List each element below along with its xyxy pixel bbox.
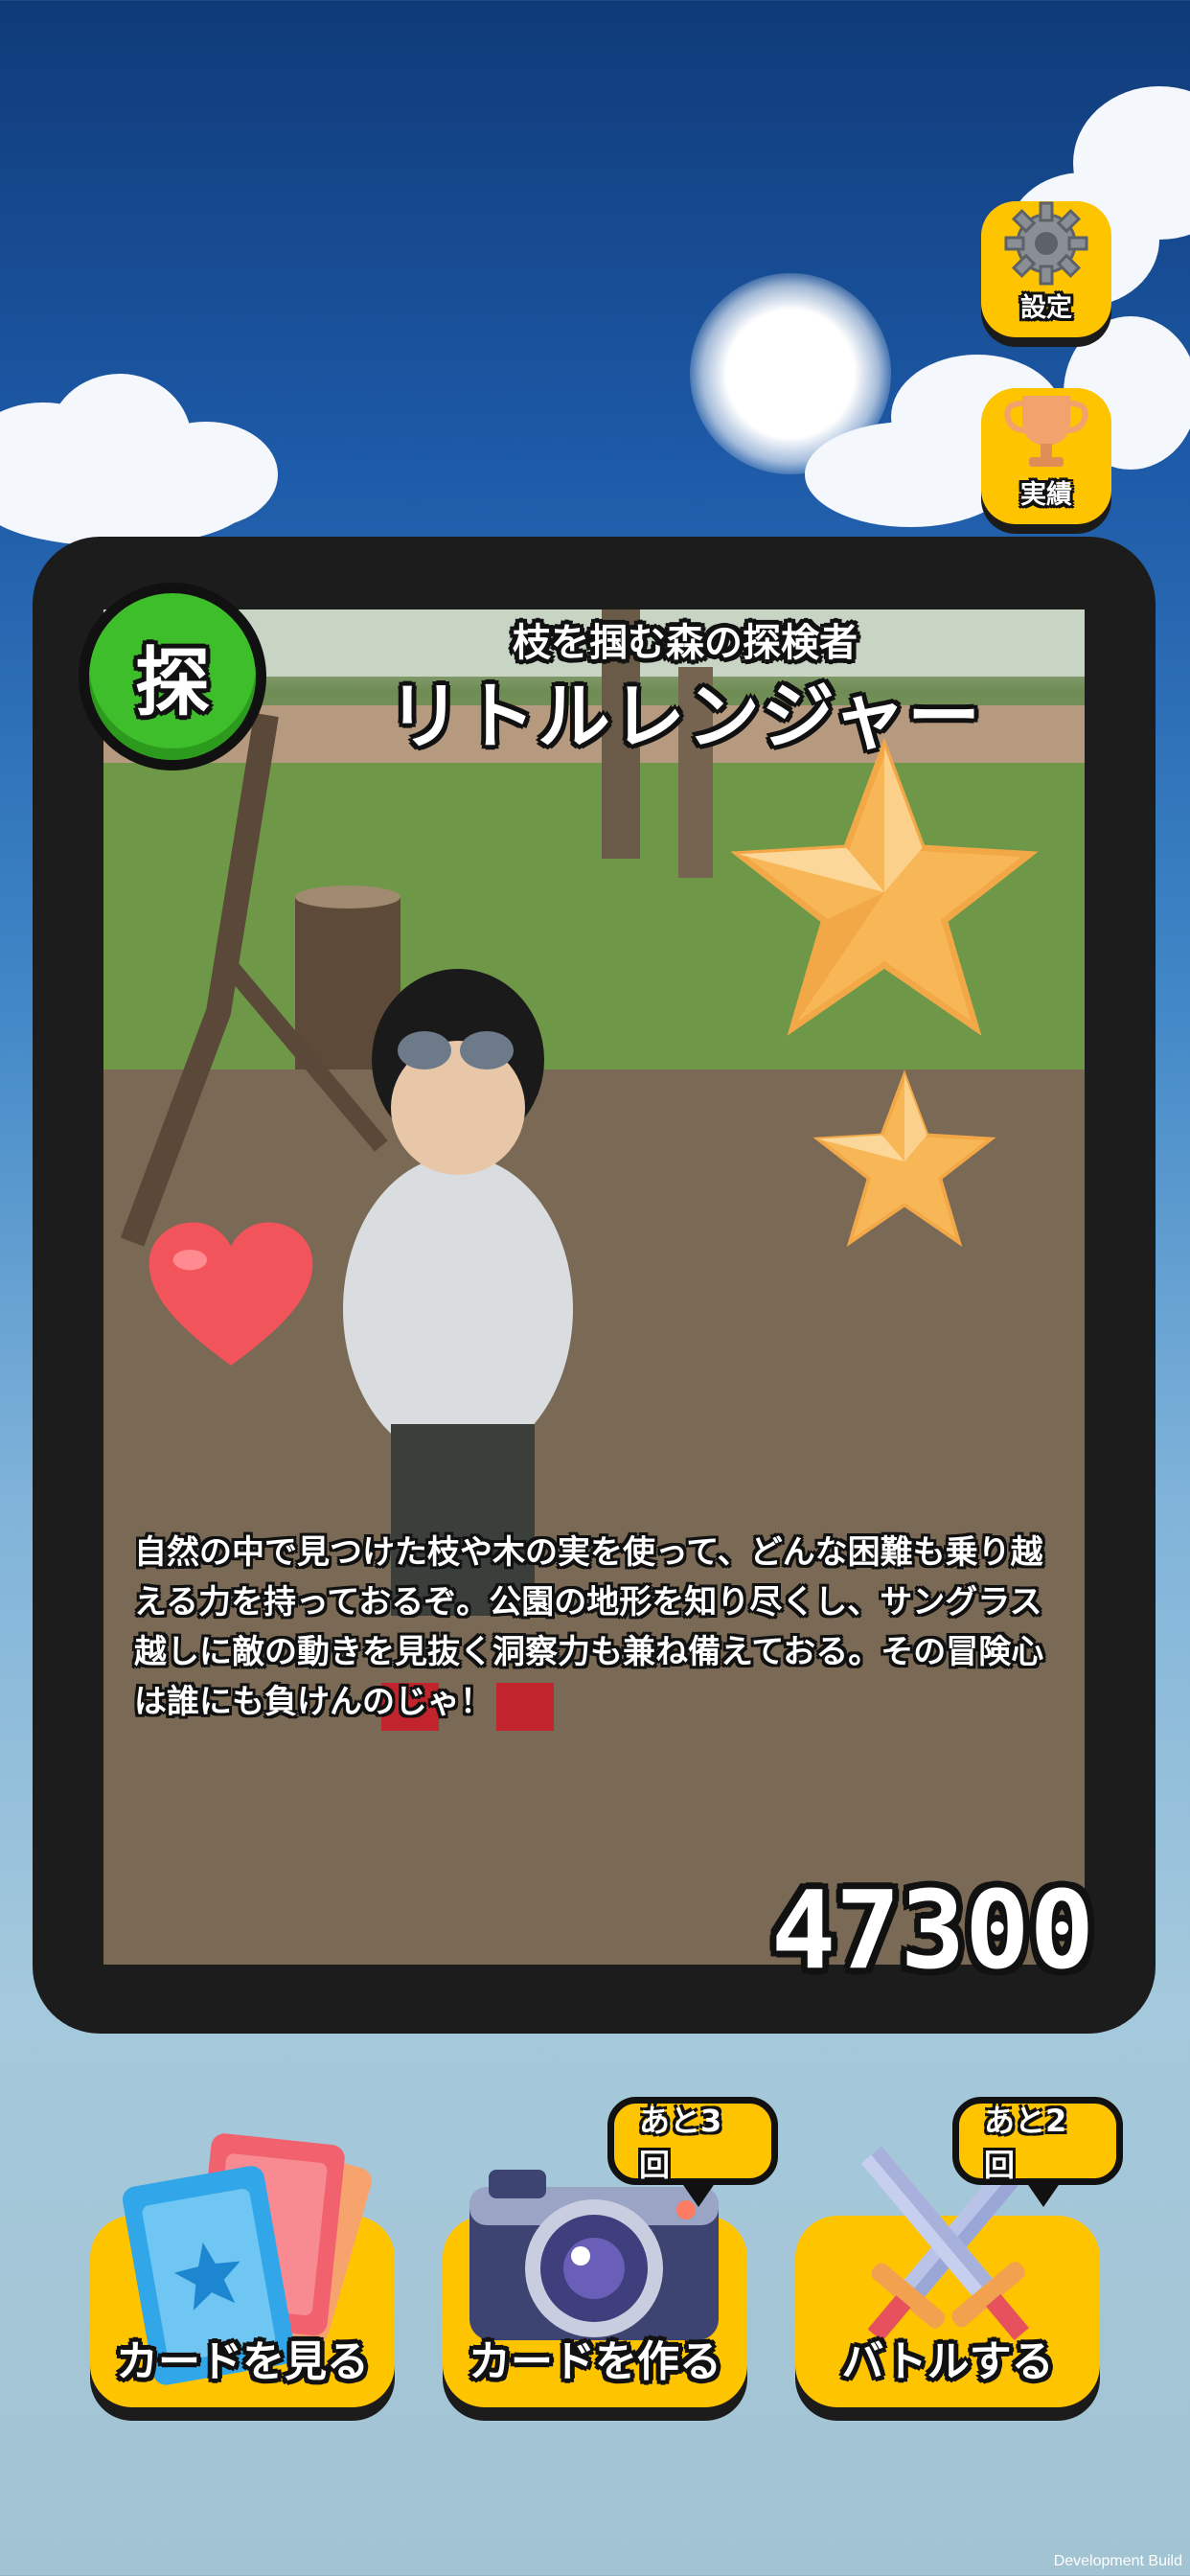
battle-remaining: あと2回 [984, 2103, 1067, 2183]
battle-button[interactable]: あと2回 バトルする [795, 2097, 1123, 2407]
make-card-remaining-bubble: あと3回 [607, 2097, 778, 2207]
type-badge-label: 探 [89, 593, 256, 760]
build-label: Development Build [1053, 2553, 1182, 2569]
card-score: 47300 [770, 1869, 1094, 1993]
make-card-button[interactable]: あと3回 カードを作る [443, 2097, 778, 2407]
view-cards-label: カードを見る [116, 2337, 369, 2386]
view-cards-button[interactable]: カードを見る [90, 2133, 395, 2407]
battle-remaining-bubble: あと2回 [952, 2097, 1123, 2207]
heart-icon [149, 1222, 313, 1366]
star-icon [812, 1070, 996, 1248]
settings-button[interactable]: 設定 [981, 201, 1111, 337]
star-icon [730, 737, 1039, 1036]
achievements-label: 実績 [1020, 480, 1072, 510]
trophy-icon [1004, 396, 1088, 467]
make-card-label: カードを作る [469, 2337, 721, 2386]
gear-icon [1004, 201, 1088, 286]
achievements-button[interactable]: 実績 [981, 388, 1111, 524]
make-card-remaining: あと3回 [639, 2103, 722, 2183]
card-description: 自然の中で見つけた枝や木の実を使って、どんな困難も乗り越える力を持っておるぞ。公… [134, 1533, 1044, 1721]
type-badge: 探 [79, 583, 266, 770]
settings-label: 設定 [1020, 293, 1072, 323]
card-photo[interactable] [103, 610, 1085, 1965]
card-title: リトルレンジャー [387, 674, 983, 759]
battle-label: バトルする [841, 2337, 1054, 2386]
